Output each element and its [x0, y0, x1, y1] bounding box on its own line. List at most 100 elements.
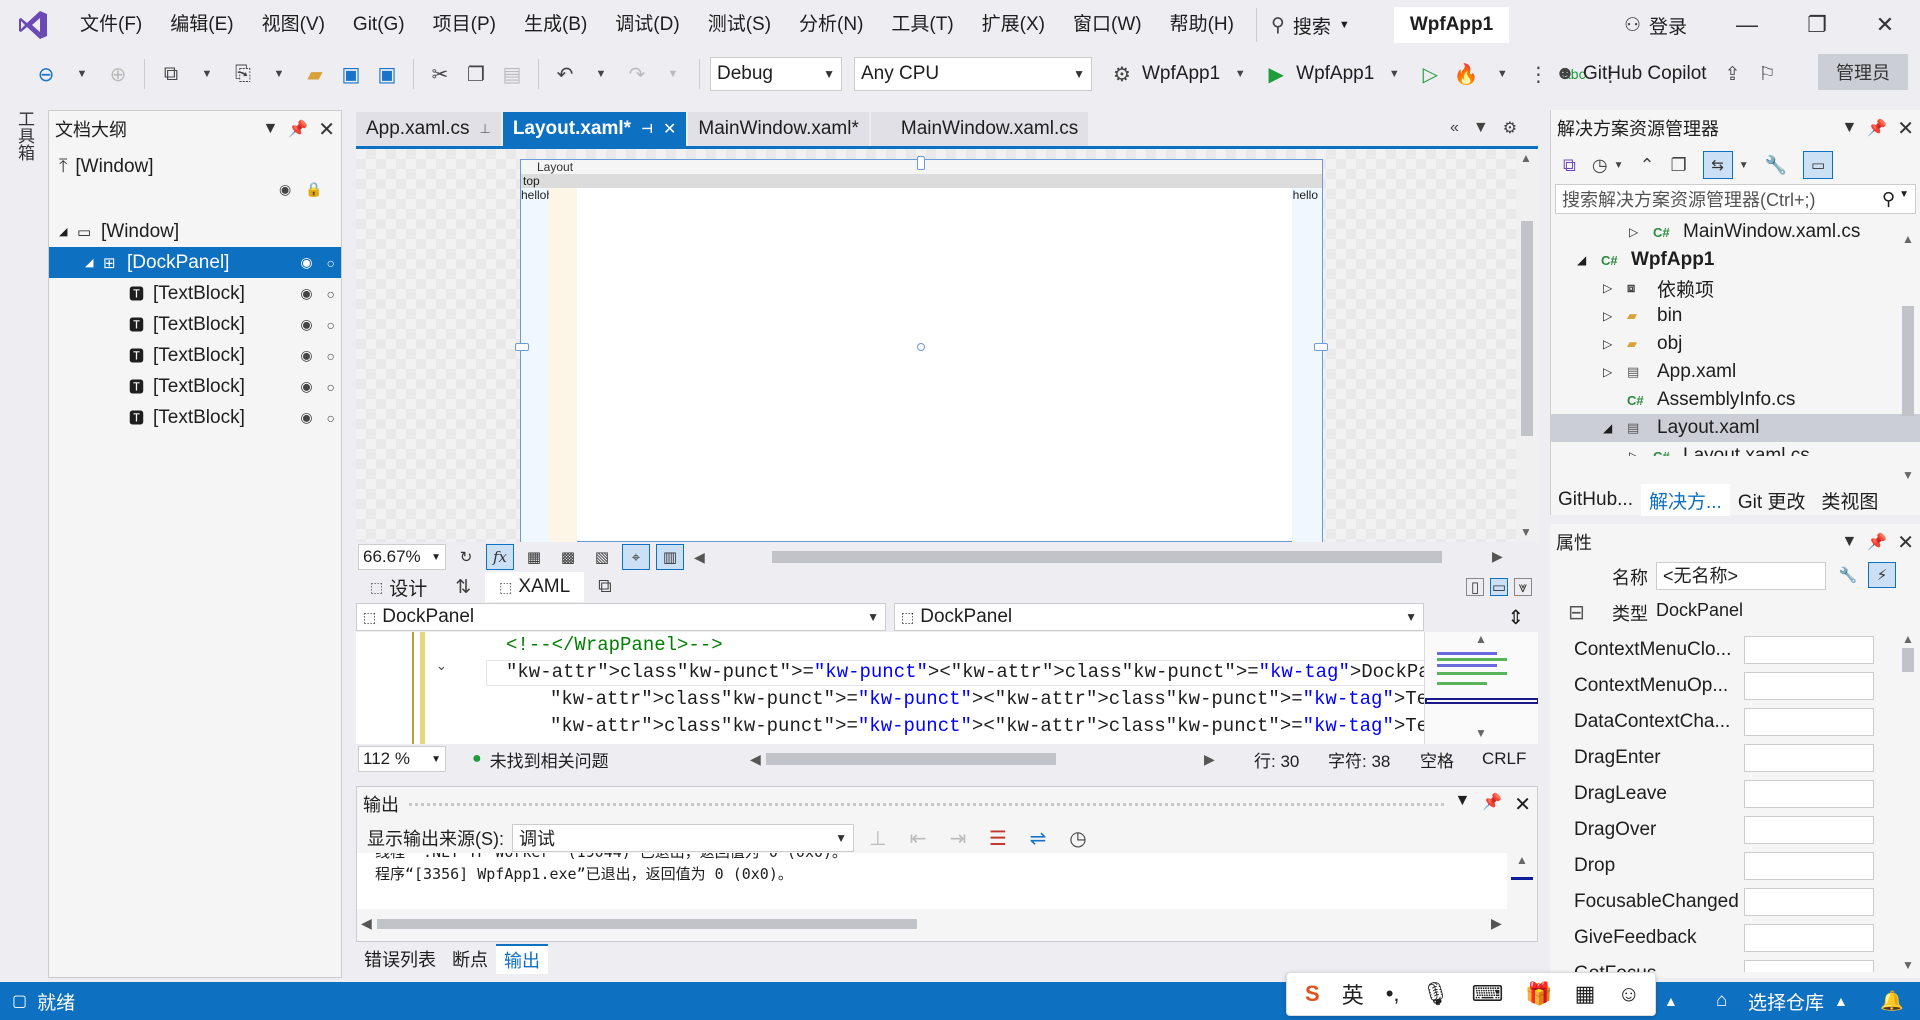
outline-node[interactable]: 🆃 [TextBlock] ◉ ○ — [49, 340, 341, 371]
chevron-down-icon[interactable]: ▼ — [1841, 533, 1857, 551]
chevron-down-icon[interactable]: ▼ — [657, 56, 689, 92]
outline-node[interactable]: 🆃 [TextBlock] ◉ ○ — [49, 309, 341, 340]
lock-toggle-icon[interactable]: ○ — [327, 255, 335, 271]
whitespace-indicator[interactable]: 空格 — [1420, 747, 1454, 772]
line-indicator[interactable]: 行: 30 — [1254, 747, 1299, 772]
menu-item[interactable]: Git(G) — [339, 0, 419, 50]
sync-icon[interactable]: ⇆ — [1702, 151, 1733, 179]
output-horizontal-scrollbar[interactable]: ◀ ▶ — [359, 911, 1509, 937]
event-handler-field[interactable] — [1744, 924, 1874, 952]
select-repo[interactable]: 选择仓库 — [1748, 988, 1824, 1015]
eye-icon[interactable]: ◉ — [300, 285, 312, 302]
next-message-icon[interactable]: ⇥ — [942, 820, 974, 856]
pin-icon[interactable]: 📌 — [1867, 532, 1887, 552]
search-icon[interactable]: ⚲ — [1882, 189, 1895, 210]
solution-panel-tab[interactable]: 类视图 — [1813, 484, 1886, 516]
chevron-down-icon[interactable]: ▼ — [1454, 792, 1470, 817]
device-preview-icon[interactable]: ▥ — [656, 544, 684, 570]
doc-tab[interactable]: App.xaml.cs ⊥ — [356, 112, 501, 146]
hot-reload-icon[interactable]: 🔥 — [1450, 56, 1482, 92]
scroll-tabs-icon[interactable]: « — [1450, 119, 1459, 137]
scroll-up-icon[interactable]: ▲ — [1509, 853, 1535, 867]
solution-node[interactable]: ▷ C# Layout.xaml.cs — [1551, 442, 1920, 456]
microphone-icon[interactable]: 🎙 — [1422, 981, 1450, 1007]
minimap-viewport[interactable] — [1425, 698, 1538, 704]
copilot-button[interactable]: ☻ GitHub Copilot ⇪ ⚐ — [1555, 54, 1776, 94]
notifications-icon[interactable]: 🔔 — [1880, 989, 1904, 1013]
snap-lines-icon[interactable]: ⌖ — [622, 544, 650, 570]
expand-arrow-icon[interactable]: ◢ — [1577, 253, 1601, 267]
run-without-debug-icon[interactable]: ▷ — [1414, 56, 1446, 92]
properties-scrollbar[interactable]: ▲ ▼ — [1898, 632, 1918, 972]
chevron-down-icon[interactable]: ▼ — [66, 56, 98, 92]
chevron-up-icon[interactable]: ▲ — [1834, 993, 1848, 1009]
scroll-down-icon[interactable]: ▼ — [1898, 468, 1918, 482]
eye-icon[interactable]: ◉ — [300, 347, 312, 364]
outline-node[interactable]: ◢ ⊞ [DockPanel] ◉ ○ — [49, 247, 341, 278]
chevron-down-icon[interactable]: ▼ — [1899, 189, 1909, 210]
artboard-icon[interactable]: ▧ — [588, 544, 616, 570]
collapse-icon[interactable]: ⌄ — [436, 658, 447, 674]
copy-icon[interactable]: ❐ — [460, 56, 492, 92]
bottom-tab[interactable]: 输出 — [496, 944, 548, 974]
tab-xaml[interactable]: ⬚ XAML — [485, 572, 585, 602]
gear-icon[interactable]: ⚙ — [1106, 56, 1138, 92]
center-handle[interactable] — [917, 343, 925, 351]
chevron-up-icon[interactable]: ▲ — [1664, 993, 1678, 1009]
chevron-down-icon[interactable]: ▼ — [1224, 56, 1256, 92]
menu-item[interactable]: 编辑(E) — [156, 0, 247, 50]
expand-arrow-icon[interactable]: ▷ — [1603, 365, 1627, 379]
eye-icon[interactable]: ◉ — [300, 254, 312, 271]
cut-icon[interactable]: ✂ — [424, 56, 456, 92]
menu-item[interactable]: 帮助(H) — [1156, 0, 1248, 50]
new-project-icon[interactable]: ⧉ — [155, 56, 187, 92]
output-vertical-scrollbar[interactable]: ▲ — [1509, 853, 1535, 909]
open-folder-icon[interactable]: ▰ — [299, 56, 331, 92]
menu-item[interactable]: 窗口(W) — [1059, 0, 1156, 50]
pin-icon[interactable]: 📌 — [1867, 118, 1887, 138]
expand-arrow-icon[interactable]: ◢ — [1603, 421, 1627, 435]
show-all-files-icon[interactable]: ❐ — [1671, 155, 1687, 176]
event-handler-field[interactable] — [1744, 816, 1874, 844]
run-icon[interactable]: ▶ — [1260, 56, 1292, 92]
lock-toggle-icon[interactable]: ○ — [327, 410, 335, 426]
pin-icon[interactable]: ⊣ — [641, 121, 653, 137]
login-button[interactable]: ⚇ 登录 — [1624, 0, 1687, 50]
close-icon[interactable]: ✕ — [663, 119, 676, 139]
scroll-thumb[interactable] — [1902, 306, 1914, 416]
step-icon[interactable]: ⋮ — [1522, 56, 1554, 92]
menu-item[interactable]: 测试(S) — [694, 0, 785, 50]
textblock-right[interactable]: hello — [1292, 188, 1322, 542]
horizontal-split-icon[interactable]: ▭ — [1490, 578, 1508, 596]
minimize-button[interactable]: — — [1712, 0, 1782, 50]
textblock-left-1[interactable]: hellohello — [521, 188, 572, 542]
clear-all-icon[interactable]: ☰ — [982, 820, 1014, 856]
scroll-right-icon[interactable]: ▶ — [1204, 751, 1215, 768]
solution-panel-tab[interactable]: 解决方... — [1640, 484, 1730, 516]
solution-node[interactable]: C# AssemblyInfo.cs — [1551, 386, 1920, 414]
expand-arrow-icon[interactable]: ▷ — [1603, 337, 1627, 351]
bottom-tab[interactable]: 断点 — [444, 944, 496, 974]
name-field[interactable]: <无名称> — [1656, 562, 1826, 590]
code-minimap[interactable]: ▲ ▼ — [1424, 632, 1538, 744]
apps-grid-icon[interactable]: ▦ — [1575, 981, 1596, 1007]
doc-tab[interactable]: MainWindow.xaml* — [688, 112, 869, 146]
forward-icon[interactable]: ⊕ — [102, 56, 134, 92]
config-select[interactable]: Debug ▼ — [710, 57, 842, 91]
scroll-up-icon[interactable]: ▲ — [1475, 632, 1487, 646]
event-handler-field[interactable] — [1744, 636, 1874, 664]
back-icon[interactable]: ⊖ — [30, 56, 62, 92]
solution-scrollbar[interactable]: ▲ ▼ — [1898, 232, 1918, 482]
lock-icon[interactable]: 🔒 — [305, 181, 322, 198]
pin-icon[interactable]: 📌 — [288, 119, 308, 139]
skin-icon[interactable]: ☺ — [1617, 981, 1639, 1007]
preview-icon[interactable]: ▭ — [1803, 151, 1834, 179]
chevron-down-icon[interactable]: ▼ — [1841, 119, 1857, 137]
member-navigator[interactable]: ⬚ DockPanel ▼ — [894, 603, 1424, 631]
paste-icon[interactable]: ▤ — [496, 56, 528, 92]
expand-arrow-icon[interactable]: ▷ — [1629, 449, 1653, 456]
chevron-down-icon[interactable]: ▼ — [585, 56, 617, 92]
refresh-icon[interactable]: ↻ — [452, 544, 480, 570]
event-handler-field[interactable] — [1744, 960, 1874, 972]
chevron-down-icon[interactable]: ▼ — [1378, 56, 1410, 92]
